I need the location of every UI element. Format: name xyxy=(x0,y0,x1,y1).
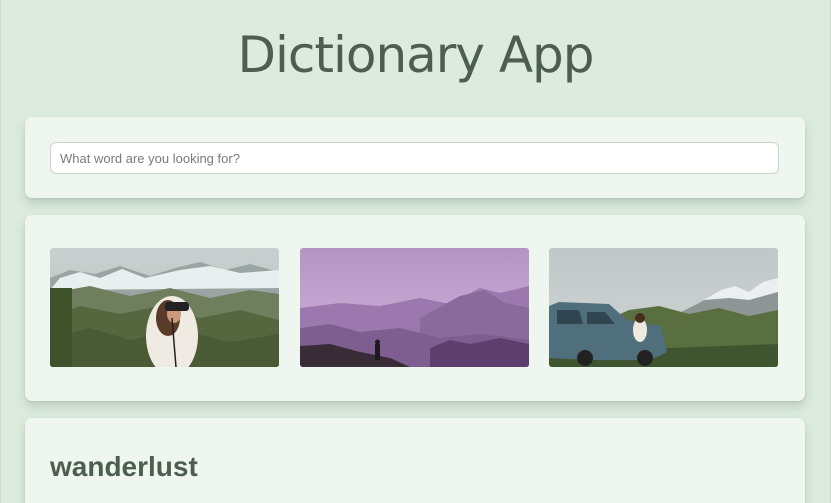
photo-car-mountains[interactable] xyxy=(549,248,778,367)
photo-purple-mountains[interactable] xyxy=(300,248,529,367)
photo-hiker-binoculars[interactable] xyxy=(50,248,279,367)
images-card xyxy=(25,215,805,401)
app-page: Dictionary App What word are you looking… xyxy=(0,0,831,503)
page-title: Dictionary App xyxy=(237,26,594,84)
result-word: wanderlust xyxy=(50,451,198,482)
search-input[interactable] xyxy=(50,142,779,174)
search-card xyxy=(25,117,805,198)
result-card: wanderlust xyxy=(25,418,805,503)
